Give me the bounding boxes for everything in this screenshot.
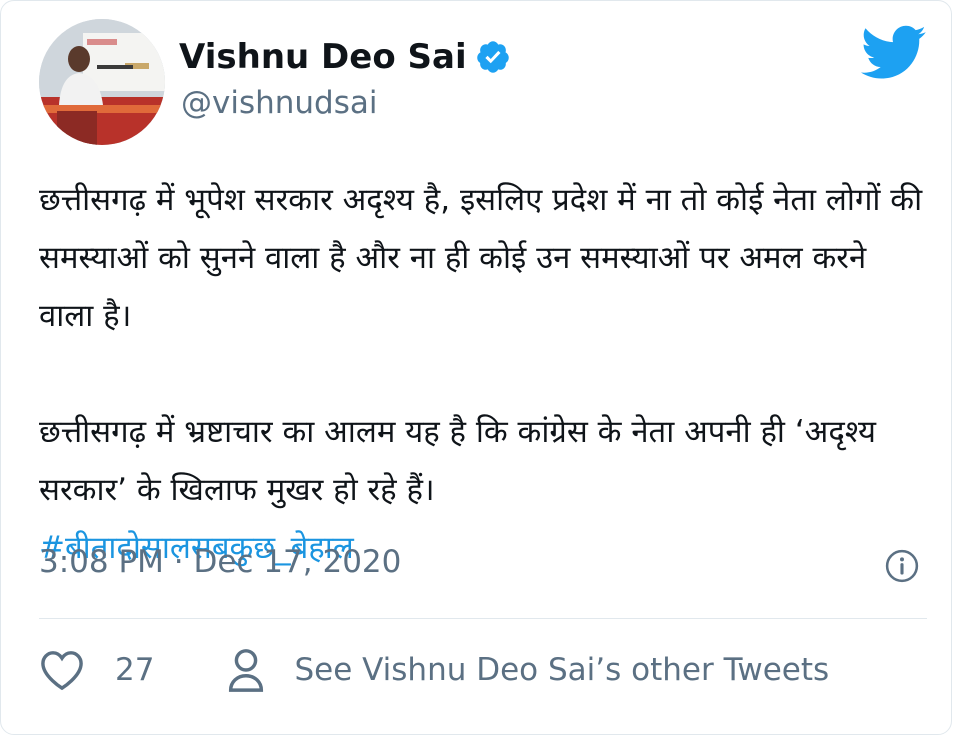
author-name-row[interactable]: Vishnu Deo Sai	[179, 37, 511, 77]
heart-icon[interactable]	[39, 649, 85, 691]
tweet-paragraph: छत्तीसगढ़ में भूपेश सरकार अदृश्य है, इसल…	[39, 182, 923, 334]
info-icon[interactable]	[885, 549, 919, 583]
verified-badge-icon	[475, 39, 511, 75]
tweet-actions: 27 See Vishnu Deo Sai’s other Tweets	[39, 647, 829, 693]
avatar-image	[39, 19, 165, 145]
tweet-text: छत्तीसगढ़ में भूपेश सरकार अदृश्य है, इसल…	[39, 171, 929, 577]
twitter-bird-icon[interactable]	[861, 25, 927, 81]
tweet-paragraph-text: छत्तीसगढ़ में भ्रष्टाचार का आलम यह है कि…	[39, 414, 876, 508]
like-count[interactable]: 27	[115, 652, 154, 688]
author-handle[interactable]: @vishnudsai	[181, 85, 378, 121]
avatar[interactable]	[39, 19, 165, 145]
tweet-card: Vishnu Deo Sai @vishnudsai छत्तीसगढ़ में…	[0, 0, 952, 735]
author-name[interactable]: Vishnu Deo Sai	[179, 37, 467, 77]
tweet-timestamp[interactable]: 3:08 PM · Dec 17, 2020	[39, 544, 401, 580]
divider	[39, 618, 927, 619]
person-icon[interactable]	[226, 647, 266, 693]
see-other-tweets-link[interactable]: See Vishnu Deo Sai’s other Tweets	[294, 652, 829, 688]
